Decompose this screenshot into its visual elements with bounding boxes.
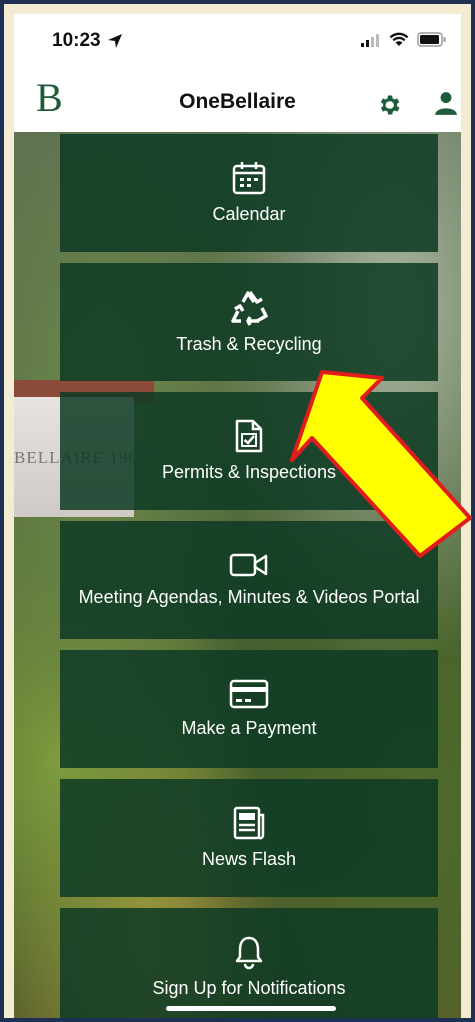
annotation-arrow <box>290 370 472 558</box>
